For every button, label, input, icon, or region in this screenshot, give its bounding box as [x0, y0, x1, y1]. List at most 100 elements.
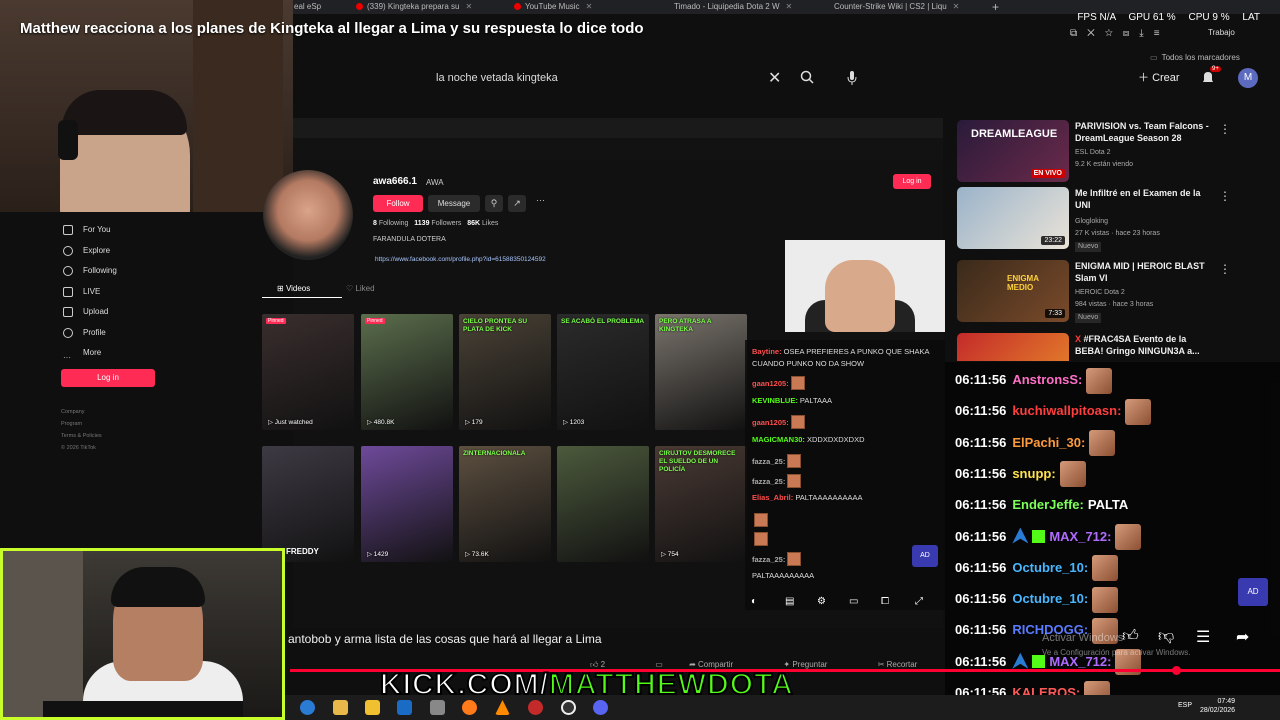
- share-icon[interactable]: ➦: [1236, 627, 1249, 647]
- chat-username[interactable]: ElPachi_30:: [1012, 435, 1085, 450]
- obs-icon[interactable]: [561, 700, 576, 715]
- recommendation-title[interactable]: ENIGMA MID | HEROIC BLAST Slam VI: [1075, 260, 1215, 284]
- tab-liked[interactable]: ♡ Liked: [346, 284, 375, 293]
- language-indicator[interactable]: ESP: [1178, 702, 1192, 709]
- message-button[interactable]: Message: [428, 195, 480, 212]
- system-clock[interactable]: 07:49 28/02/2026: [1200, 697, 1235, 715]
- firefox-icon[interactable]: [462, 700, 477, 715]
- chat-username[interactable]: fazza_25:: [752, 477, 785, 486]
- tiktok-top-login-button[interactable]: Log in: [893, 174, 931, 189]
- tiktok-bio-link[interactable]: https://www.facebook.com/profile.php?id=…: [375, 256, 546, 263]
- tiktok-video-thumb[interactable]: Pinned ▷ Just watched: [262, 314, 354, 430]
- chat-username[interactable]: gaan1205:: [752, 418, 789, 427]
- chat-username[interactable]: AnstronsS:: [1012, 372, 1082, 387]
- tiktok-video-thumb[interactable]: CIRUJTOV DESMORECE EL SUELDO DE UN POLIC…: [655, 446, 747, 562]
- chat-username[interactable]: MAGICMAN30:: [752, 435, 805, 444]
- more-options-icon[interactable]: ⋮: [1219, 122, 1231, 136]
- progress-scrubber[interactable]: [1172, 666, 1181, 675]
- footer-link[interactable]: Program: [61, 418, 102, 430]
- discord-icon[interactable]: [593, 700, 608, 715]
- search-input[interactable]: la noche vetada kingteka: [424, 66, 820, 90]
- video-thumbnail[interactable]: 23:22: [957, 187, 1069, 249]
- tiktok-video-thumb[interactable]: [262, 446, 354, 562]
- recommendation-item[interactable]: ENIGMA MEDIO 7:33 ENIGMA MID | HEROIC BL…: [957, 260, 1277, 325]
- new-tab-icon[interactable]: +: [988, 0, 1002, 14]
- bookmarks-bar[interactable]: ▭ Todos los marcadores: [1150, 53, 1240, 62]
- app-icon[interactable]: [528, 700, 543, 715]
- channel-name[interactable]: Glogloking: [1075, 217, 1108, 227]
- tiktok-nav-more[interactable]: ··· More: [55, 343, 160, 364]
- dislike-icon[interactable]: 👎︎: [1158, 627, 1174, 646]
- share-icon[interactable]: ↗: [508, 195, 526, 212]
- edge-icon[interactable]: [300, 700, 315, 715]
- more-options-icon[interactable]: ⋮: [1219, 262, 1231, 276]
- comments-icon[interactable]: ☰: [1196, 627, 1210, 647]
- chat-username[interactable]: gaan1205:: [752, 379, 789, 388]
- recommendation-title[interactable]: Me Infiltré en el Examen de la UNI: [1075, 187, 1215, 211]
- chat-username[interactable]: Octubre_10:: [1012, 560, 1088, 575]
- tiktok-video-thumb[interactable]: ▷ 1429: [361, 446, 453, 562]
- footer-link[interactable]: Terms & Policies: [61, 430, 102, 442]
- tiktok-nav-following[interactable]: Following: [55, 261, 160, 282]
- more-options-icon[interactable]: ⋮: [1219, 189, 1231, 203]
- tiktok-nav-live[interactable]: LIVE: [55, 282, 160, 303]
- file-explorer-icon[interactable]: [333, 700, 348, 715]
- tiktok-video-thumb[interactable]: SE ACABÓ EL PROBLEMA ▷ 1203: [557, 314, 649, 430]
- chat-username[interactable]: MAX_712:: [1049, 529, 1111, 544]
- channel-name[interactable]: HEROIC Dota 2: [1075, 288, 1125, 298]
- search-icon[interactable]: [800, 70, 814, 84]
- chat-username[interactable]: snupp:: [1012, 466, 1055, 481]
- chat-username[interactable]: Elias_Abril:: [752, 493, 793, 502]
- more-options-icon[interactable]: ···: [536, 195, 545, 205]
- channel-name[interactable]: ESL Dota 2: [1075, 148, 1111, 158]
- store-icon[interactable]: [365, 700, 380, 715]
- close-icon[interactable]: ✕: [953, 2, 960, 11]
- browser-tab[interactable]: (339) Kingteka prepara su ✕: [352, 0, 500, 14]
- recommendation-item[interactable]: 23:22 Me Infiltré en el Examen de la UNI…: [957, 187, 1277, 252]
- chat-username[interactable]: KEVINBLUE:: [752, 396, 798, 405]
- video-thumbnail[interactable]: ENIGMA MEDIO 7:33: [957, 260, 1069, 322]
- mic-icon[interactable]: [846, 70, 858, 86]
- close-icon[interactable]: ✕: [466, 2, 473, 11]
- tiktok-video-thumb[interactable]: [557, 446, 649, 562]
- toolbar-icons[interactable]: ⧉✕☆⧈⤓≡: [1070, 28, 1170, 39]
- video-thumbnail[interactable]: [957, 333, 1069, 361]
- tiktok-nav-upload[interactable]: Upload: [55, 302, 160, 323]
- footer-link[interactable]: Company: [61, 406, 102, 418]
- cast-icon[interactable]: ⧠: [881, 596, 889, 607]
- follow-button[interactable]: Follow: [373, 195, 423, 212]
- chat-username[interactable]: fazza_25:: [752, 555, 785, 564]
- add-friend-icon[interactable]: ⚲: [485, 195, 503, 212]
- tiktok-nav-for-you[interactable]: For You: [55, 220, 160, 241]
- recommendation-title[interactable]: X #FRAC4SA Evento de la BEBA! Gringo NIN…: [1075, 333, 1215, 357]
- recommendation-title[interactable]: PARIVISION vs. Team Falcons - DreamLeagu…: [1075, 120, 1215, 144]
- profile-button[interactable]: Trabajo: [1208, 28, 1235, 37]
- chat-username[interactable]: Baytine:: [752, 347, 782, 356]
- app-icon[interactable]: [430, 700, 445, 715]
- video-thumbnail[interactable]: DREAMLEAGUE EN VIVO: [957, 120, 1069, 182]
- notifications-bell-icon[interactable]: [1200, 70, 1216, 86]
- like-icon[interactable]: 👍︎: [1122, 627, 1139, 646]
- chat-username[interactable]: kuchiwallpitoasn:: [1012, 403, 1121, 418]
- browser-tab[interactable]: Counter-Strike Wiki | CS2 | Liqu ✕: [830, 0, 985, 14]
- browser-tab[interactable]: Timado - Liquipedia Dota 2 W ✕: [670, 0, 820, 14]
- close-icon[interactable]: ✕: [786, 2, 793, 11]
- browser-tab[interactable]: YouTube Music ✕: [510, 0, 660, 14]
- recommendation-item[interactable]: DREAMLEAGUE EN VIVO PARIVISION vs. Team …: [957, 120, 1277, 185]
- tiktok-nav-explore[interactable]: Explore: [55, 241, 160, 262]
- toggle-icon[interactable]: ◐: [751, 596, 757, 607]
- account-avatar[interactable]: M: [1238, 68, 1258, 88]
- outlook-icon[interactable]: [397, 700, 412, 715]
- tab-videos[interactable]: ⊞ Videos: [277, 284, 310, 293]
- captions-icon[interactable]: ▤: [785, 596, 794, 607]
- tiktok-login-button[interactable]: Log in: [61, 369, 155, 387]
- recommendation-item[interactable]: X #FRAC4SA Evento de la BEBA! Gringo NIN…: [957, 333, 1277, 361]
- tiktok-video-thumb[interactable]: PERO ATRASA A KINGTEKA: [655, 314, 747, 430]
- chat-username[interactable]: Octubre_10:: [1012, 591, 1088, 606]
- miniplayer-icon[interactable]: ▭: [849, 596, 858, 607]
- create-button[interactable]: ＋ Crear: [1130, 66, 1188, 90]
- clear-search-icon[interactable]: ✕: [768, 68, 781, 88]
- settings-icon[interactable]: ⚙: [817, 596, 826, 607]
- browser-tab[interactable]: eal eSp: [290, 0, 350, 14]
- tiktok-video-thumb[interactable]: Pinned ▷ 480.8K: [361, 314, 453, 430]
